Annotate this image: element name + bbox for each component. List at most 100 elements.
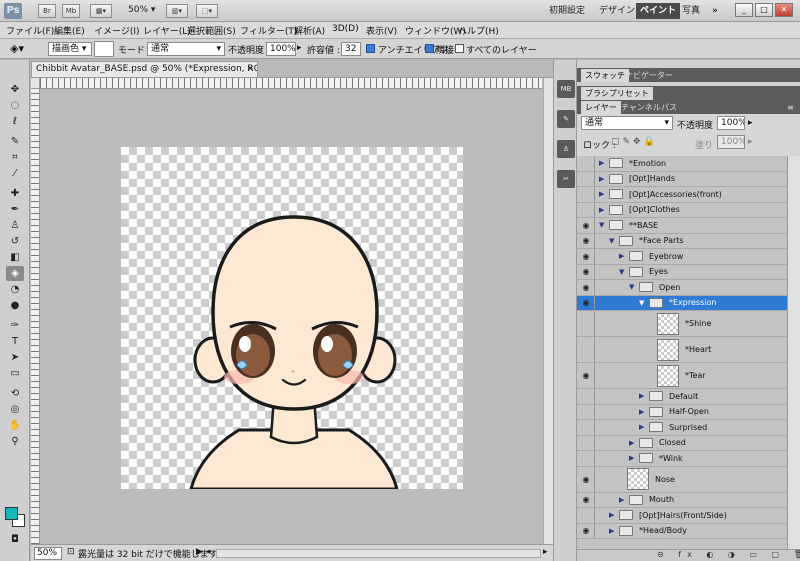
eyedropper-tool-icon[interactable]: ⁄ [6, 166, 24, 181]
layer-row[interactable]: ▶ Default [577, 389, 787, 405]
fill-arrow-icon[interactable]: ▸ [748, 137, 753, 147]
eraser-tool-icon[interactable]: ◧ [6, 250, 24, 265]
menu-3d[interactable]: 3D(D) [332, 24, 359, 34]
view-extras-button[interactable]: ▦▾ [90, 4, 112, 18]
horizontal-scrollbar[interactable] [216, 549, 541, 558]
3d-camera-tool-icon[interactable]: ◎ [6, 402, 24, 417]
zoom-level-select[interactable]: 50% ▾ [128, 5, 155, 15]
layers-scrollbar[interactable] [787, 156, 800, 549]
layer-row[interactable]: ▶ *Wink [577, 451, 787, 467]
path-select-tool-icon[interactable]: ➤ [6, 350, 24, 365]
layer-row[interactable]: *Shine [577, 311, 787, 337]
workspace-essentials[interactable]: 初期設定 [545, 3, 589, 19]
lock-icons[interactable]: ▢✎✥🔒 [611, 137, 658, 147]
vertical-scrollbar[interactable] [543, 78, 553, 544]
layers-footer-toolbar[interactable]: ⊝ fx ◐ ◑ ▭ ▢ 🗑 [577, 549, 800, 561]
eye-hidden-icon[interactable] [580, 436, 592, 451]
screen-mode-button[interactable]: ⬚▾ [196, 4, 218, 18]
expand-triangle-icon[interactable]: ▶ [599, 172, 604, 187]
layer-row[interactable]: *Heart [577, 337, 787, 363]
layer-row[interactable]: ◉ ▶ Mouth [577, 492, 787, 508]
quick-select-tool-icon[interactable]: ✎ [6, 134, 24, 149]
paint-bucket-preset-icon[interactable]: ◈▾ [10, 42, 24, 55]
layer-row[interactable]: ◉ ▶ *Head/Body [577, 523, 787, 539]
layer-row[interactable]: ◉ ▼ **BASE [577, 218, 787, 234]
expand-triangle-icon[interactable]: ▶ [599, 187, 604, 202]
layer-row[interactable]: ◉ ▼ *Expression [577, 295, 787, 311]
layer-row[interactable]: ◉ Nose [577, 466, 787, 493]
more-workspaces-icon[interactable]: » [708, 3, 722, 19]
eye-hidden-icon[interactable] [580, 389, 592, 404]
eye-hidden-icon[interactable] [580, 405, 592, 420]
tab-paths[interactable]: パス [657, 101, 681, 114]
eye-icon[interactable]: ◉ [580, 249, 592, 264]
status-info-icon[interactable]: ⊡ [67, 547, 75, 557]
horizontal-scroll-left-icon[interactable]: ◂ [206, 547, 211, 557]
dodge-tool-icon[interactable]: ● [6, 298, 24, 313]
canvas-workspace[interactable] [41, 90, 543, 544]
workspace-painting[interactable]: ペイント [636, 3, 681, 19]
layer-row[interactable]: ▶ Half-Open [577, 404, 787, 420]
expand-triangle-icon[interactable]: ▶ [599, 203, 604, 218]
brush-tool-icon[interactable]: ✒ [6, 202, 24, 217]
hand-tool-icon[interactable]: ✋ [6, 418, 24, 433]
pen-tool-icon[interactable]: ✑ [6, 318, 24, 333]
history-brush-tool-icon[interactable]: ↺ [6, 234, 24, 249]
minibridge-button[interactable]: Mb [62, 4, 80, 18]
close-button[interactable]: ✕ [775, 3, 793, 17]
eye-hidden-icon[interactable] [580, 508, 592, 523]
tab-navigator[interactable]: ナビゲーター [621, 69, 677, 82]
menu-filter[interactable]: フィルター(T) [240, 24, 297, 37]
collapse-triangle-icon[interactable]: ▼ [619, 265, 624, 280]
layer-row[interactable]: ◉ ▶ Eyebrow [577, 249, 787, 265]
layer-row[interactable]: ◉ ▼ *Face Parts [577, 233, 787, 249]
eye-hidden-icon[interactable] [580, 337, 592, 362]
opacity-field[interactable]: 100% [266, 42, 296, 56]
collapse-triangle-icon[interactable]: ▼ [639, 296, 644, 311]
eye-icon[interactable]: ◉ [580, 363, 592, 388]
expand-triangle-icon[interactable]: ▶ [609, 508, 614, 523]
menu-image[interactable]: イメージ(I) [94, 24, 140, 37]
layer-opacity-arrow-icon[interactable]: ▸ [748, 118, 753, 128]
layer-row[interactable]: ▶ *Emotion [577, 156, 787, 172]
menu-file[interactable]: ファイル(F) [6, 24, 54, 37]
tool-presets-icon[interactable]: ✂ [557, 170, 575, 188]
eye-icon[interactable]: ◉ [580, 280, 592, 295]
quick-mask-icon[interactable]: ◘ [6, 532, 24, 547]
collapse-triangle-icon[interactable]: ▼ [629, 280, 634, 295]
eye-icon[interactable]: ◉ [580, 524, 592, 539]
maximize-button[interactable]: □ [755, 3, 773, 17]
eye-icon[interactable]: ◉ [580, 296, 592, 311]
blend-mode-select[interactable]: 通常 ▾ [581, 116, 673, 130]
eye-icon[interactable]: ◉ [580, 467, 592, 492]
menu-window[interactable]: ウィンドウ(W) [405, 24, 466, 37]
layer-row[interactable]: ▶ [Opt]Clothes [577, 202, 787, 218]
layer-row[interactable]: ▶ [Opt]Hands [577, 171, 787, 187]
layer-row[interactable]: ▶ Surprised [577, 420, 787, 436]
layer-opacity-field[interactable]: 100% [717, 116, 745, 130]
close-document-icon[interactable]: × [246, 62, 254, 77]
menu-view[interactable]: 表示(V) [366, 24, 397, 37]
expand-triangle-icon[interactable]: ▶ [639, 389, 644, 404]
move-tool-icon[interactable]: ✥ [6, 82, 24, 97]
workspace-design[interactable]: デザイン [595, 3, 639, 19]
tab-layers[interactable]: レイヤー [581, 101, 621, 114]
eye-hidden-icon[interactable] [580, 172, 592, 187]
brush-panel-icon[interactable]: ✎ [557, 110, 575, 128]
pattern-picker[interactable] [94, 41, 114, 57]
expand-triangle-icon[interactable]: ▶ [609, 524, 614, 539]
expand-triangle-icon[interactable]: ▶ [629, 451, 634, 466]
document-canvas[interactable] [121, 147, 463, 489]
expand-triangle-icon[interactable]: ▶ [639, 420, 644, 435]
eye-hidden-icon[interactable] [580, 203, 592, 218]
expand-triangle-icon[interactable]: ▶ [629, 436, 634, 451]
ruler-origin[interactable] [31, 78, 40, 89]
menu-analysis[interactable]: 解析(A) [294, 24, 325, 37]
clone-source-icon[interactable]: ♙ [557, 140, 575, 158]
all-layers-checkbox[interactable] [455, 44, 464, 53]
menu-help[interactable]: ヘルプ(H) [458, 24, 499, 37]
expand-triangle-icon[interactable]: ▶ [599, 156, 604, 171]
blur-tool-icon[interactable]: ◔ [6, 282, 24, 297]
layer-row[interactable]: ◉ ▼ Eyes [577, 264, 787, 280]
antialias-checkbox[interactable] [366, 44, 375, 53]
